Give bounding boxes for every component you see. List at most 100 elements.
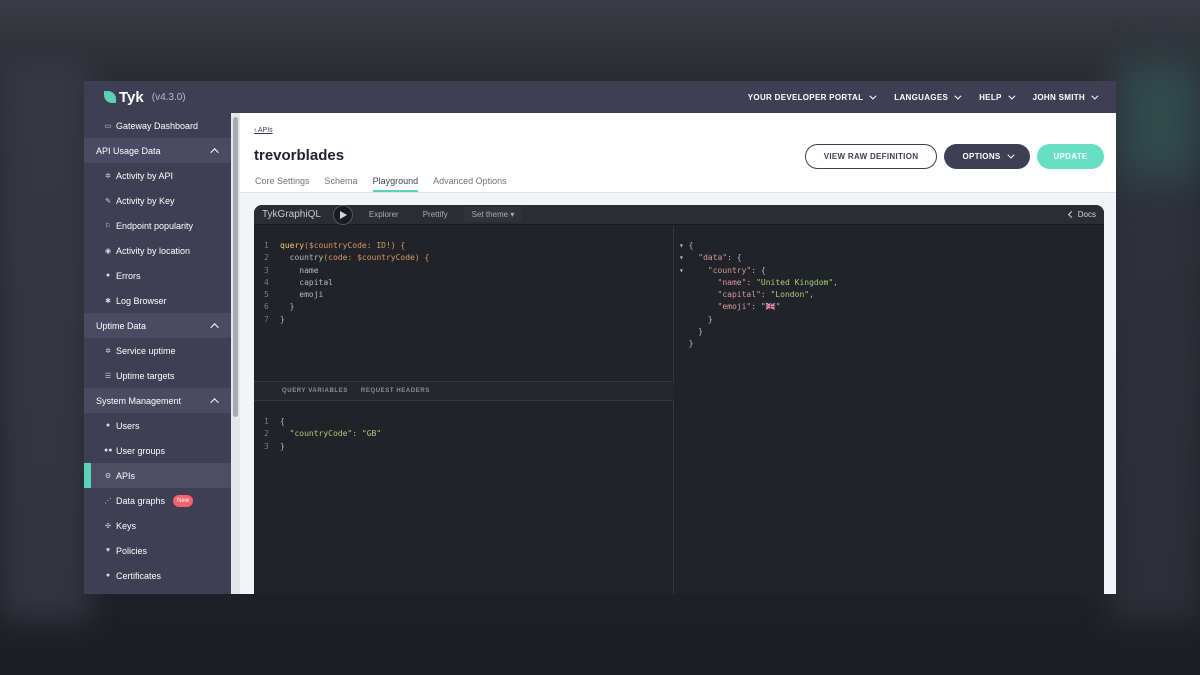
sidebar-item-policies[interactable]: ♥ Policies	[84, 538, 231, 563]
help-menu[interactable]: HELP	[979, 92, 1016, 102]
code-line: 1 query ($countryCode: ID!) {	[264, 241, 406, 250]
result-viewer: ▾ { ▾ "data": { ▾ "country": { "name": "…	[679, 241, 838, 349]
view-raw-definition-button[interactable]: VIEW RAW DEFINITION	[805, 144, 937, 169]
sidebar-item-uptime-targets[interactable]: ☰ Uptime targets	[84, 363, 231, 388]
code-line: 2 "countryCode": "GB"	[264, 429, 382, 439]
result-pane: ▾ { ▾ "data": { ▾ "country": { "name": "…	[675, 226, 1104, 594]
app-window: Tyk (v4.3.0) YOUR DEVELOPER PORTAL LANGU…	[84, 81, 1116, 594]
sidebar: ▭ Gateway Dashboard API Usage Data ✲ Acti…	[84, 113, 231, 594]
tab-request-headers[interactable]: REQUEST HEADERS	[361, 388, 430, 394]
sidebar-item-service-uptime[interactable]: ✲ Service uptime	[84, 338, 231, 363]
sidebar-section-uptime[interactable]: Uptime Data	[84, 313, 231, 338]
user-icon: ●	[105, 422, 111, 429]
chevron-up-icon	[210, 322, 219, 332]
code-line: 1{	[264, 417, 285, 426]
graphiql-title: TykGraphiQL	[262, 209, 321, 220]
top-bar: Tyk (v4.3.0) YOUR DEVELOPER PORTAL LANGU…	[84, 81, 1116, 113]
back-to-apis-link[interactable]: ‹ APIs	[254, 127, 273, 134]
policy-icon: ♥	[105, 547, 111, 554]
sidebar-item-activity-by-key[interactable]: ✎ Activity by Key	[84, 188, 231, 213]
play-icon	[340, 210, 348, 219]
set-theme-dropdown[interactable]: Set theme ▾	[463, 207, 523, 222]
sidebar-item-endpoint-popularity[interactable]: ⚐ Endpoint popularity	[84, 213, 231, 238]
languages-menu[interactable]: LANGUAGES	[894, 92, 962, 102]
keys-icon: ✣	[105, 522, 111, 530]
code-line: 5 emoji	[264, 290, 324, 300]
key-icon: ✎	[105, 197, 111, 205]
prettify-button[interactable]: Prettify	[415, 207, 456, 222]
log-icon: ✱	[105, 297, 111, 305]
variables-tabs: QUERY VARIABLES REQUEST HEADERS	[254, 381, 674, 401]
chevron-up-icon	[210, 147, 219, 157]
chevron-down-icon	[954, 92, 962, 100]
tab-query-variables[interactable]: QUERY VARIABLES	[282, 388, 348, 394]
sidebar-section-api-usage[interactable]: API Usage Data	[84, 138, 231, 163]
page-title: trevorblades	[254, 147, 345, 164]
api-header: ‹ APIs trevorblades Core Settings Schema…	[240, 113, 1116, 193]
code-line: 7}	[264, 314, 285, 324]
code-line: 6 }	[264, 302, 295, 312]
top-nav: YOUR DEVELOPER PORTAL LANGUAGES HELP JOH…	[748, 92, 1099, 102]
sidebar-scrollbar-thumb[interactable]	[233, 117, 238, 417]
chevron-down-icon	[1008, 92, 1016, 100]
variables-editor[interactable]: 1{ 2 "countryCode": "GB" 3}	[264, 416, 381, 453]
code-line: 3}	[264, 441, 285, 451]
leaf-icon	[104, 91, 116, 103]
sidebar-item-user-groups[interactable]: ●● User groups	[84, 438, 231, 463]
chevron-up-icon	[210, 397, 219, 407]
error-icon: ●	[105, 272, 111, 279]
tab-advanced-options[interactable]: Advanced Options	[433, 176, 507, 192]
sidebar-item-gateway-dashboard[interactable]: ▭ Gateway Dashboard	[84, 113, 231, 138]
sidebar-item-data-graphs[interactable]: ⋰ Data graphs New	[84, 488, 231, 513]
graph-icon: ⋰	[104, 497, 112, 505]
sidebar-item-log-browser[interactable]: ✱ Log Browser	[84, 288, 231, 313]
certificate-icon: ●	[105, 572, 111, 579]
sidebar-item-activity-by-location[interactable]: ◉ Activity by location	[84, 238, 231, 263]
result-capital: London	[775, 290, 805, 300]
endpoint-icon: ⚐	[104, 222, 112, 230]
code-line: 2 country (code: $countryCode) {	[264, 253, 430, 263]
sidebar-item-errors[interactable]: ● Errors	[84, 263, 231, 288]
update-button[interactable]: UPDATE	[1037, 144, 1104, 169]
result-name: United Kingdom	[760, 277, 829, 287]
tab-core-settings[interactable]: Core Settings	[255, 176, 310, 192]
users-icon: ●●	[104, 447, 113, 454]
query-editor-pane[interactable]: 1 query ($countryCode: ID!) { 2 country (co…	[254, 226, 674, 594]
execute-query-button[interactable]	[332, 205, 353, 225]
graphiql-panel: TykGraphiQL Explorer Prettify Set theme …	[254, 205, 1104, 594]
chevron-left-icon	[1067, 210, 1075, 219]
sidebar-item-certificates[interactable]: ● Certificates	[84, 563, 231, 588]
tab-schema[interactable]: Schema	[325, 176, 358, 192]
chevron-down-icon	[1091, 92, 1099, 100]
docs-button[interactable]: Docs	[1067, 210, 1096, 219]
activity-icon: ✲	[105, 172, 111, 180]
main-content: ‹ APIs trevorblades Core Settings Schema…	[240, 113, 1116, 594]
chevron-down-icon	[869, 92, 877, 100]
app-name: Tyk	[119, 88, 144, 106]
code-line: 3 name	[264, 265, 319, 275]
result-emoji: 🇬🇧	[765, 302, 776, 312]
query-editor[interactable]: 1 query ($countryCode: ID!) { 2 country (co…	[264, 240, 429, 326]
sidebar-item-users[interactable]: ● Users	[84, 413, 231, 438]
globe-icon: ◉	[104, 247, 112, 255]
code-line: 4 capital	[264, 277, 333, 287]
tyk-logo[interactable]: Tyk (v4.3.0)	[104, 89, 186, 106]
uptime-icon: ✲	[105, 347, 111, 355]
developer-portal-menu[interactable]: YOUR DEVELOPER PORTAL	[748, 92, 877, 102]
sidebar-item-activity-by-api[interactable]: ✲ Activity by API	[84, 163, 231, 188]
sidebar-item-keys[interactable]: ✣ Keys	[84, 513, 231, 538]
tabs: Core Settings Schema Playground Advanced…	[255, 176, 507, 192]
new-badge: New	[173, 494, 194, 507]
explorer-button[interactable]: Explorer	[361, 207, 407, 222]
targets-icon: ☰	[104, 372, 112, 380]
monitor-icon: ▭	[104, 122, 112, 130]
sidebar-section-system-management[interactable]: System Management	[84, 388, 231, 413]
chevron-down-icon	[1006, 151, 1014, 159]
tab-playground[interactable]: Playground	[372, 176, 419, 192]
graphiql-toolbar: TykGraphiQL Explorer Prettify Set theme …	[254, 205, 1104, 225]
sidebar-item-apis[interactable]: ⚙ APIs	[84, 463, 231, 488]
app-version: (v4.3.0)	[151, 91, 186, 103]
user-menu[interactable]: JOHN SMITH	[1033, 92, 1099, 102]
options-button[interactable]: OPTIONS	[944, 144, 1030, 169]
api-icon: ⚙	[104, 472, 112, 480]
